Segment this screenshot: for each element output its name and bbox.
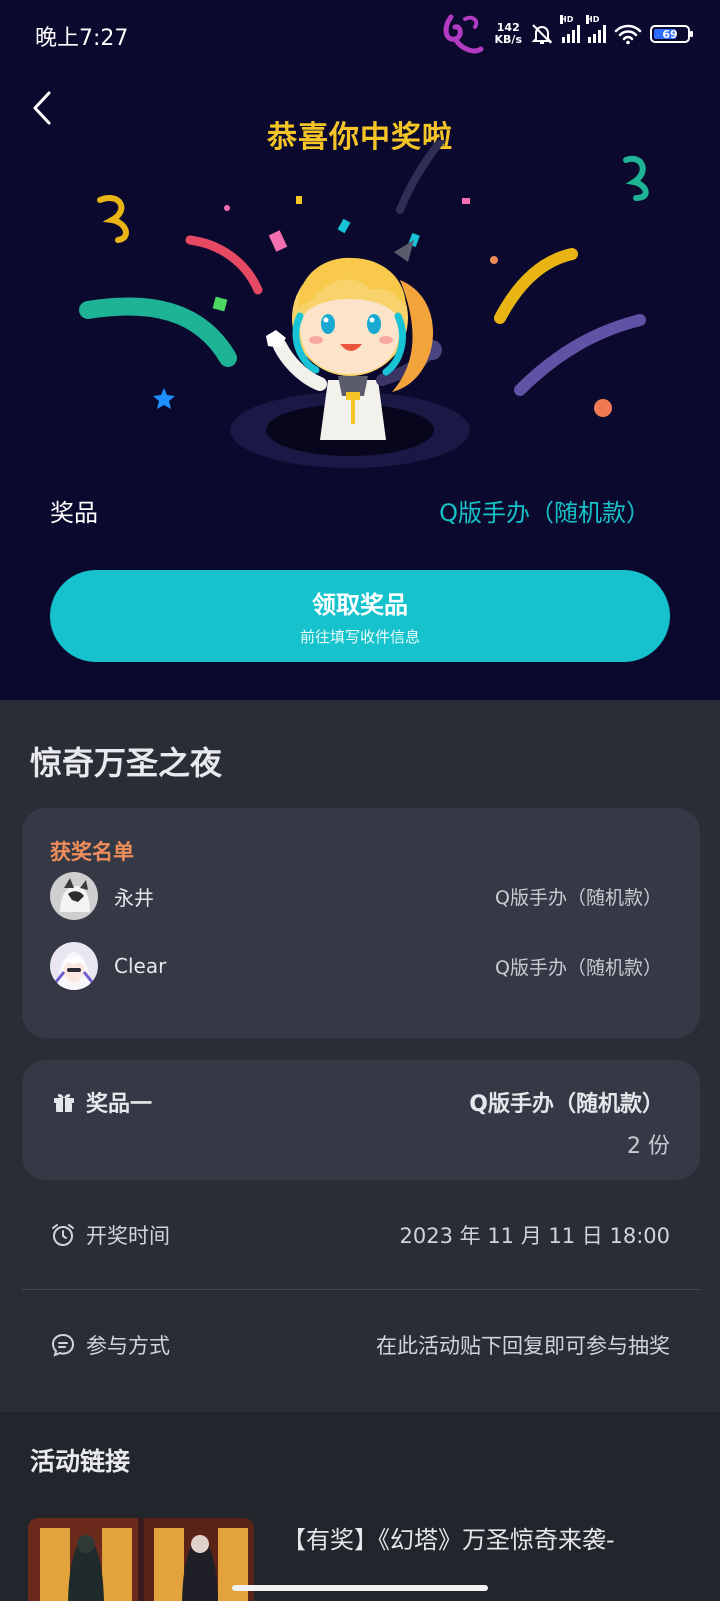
link-title[interactable]: 【有奖】《幻塔》万圣惊奇来袭- <box>282 1520 692 1560</box>
avatar <box>50 942 98 990</box>
status-icons: 142 KB/s HD HD 69 <box>441 14 693 54</box>
winner-name: Clear <box>114 954 167 978</box>
winner-row[interactable]: 永井 Q版手办（随机款） <box>50 870 662 922</box>
draw-time-row: 开奖时间 2023 年 11 月 11 日 18:00 <box>50 1215 670 1255</box>
participation-row: 参与方式 在此活动贴下回复即可参与抽奖 <box>50 1325 670 1365</box>
event-title: 惊奇万圣之夜 <box>30 744 223 782</box>
prize-name: 奖品一 <box>52 1086 152 1118</box>
signal-icon-2: HD <box>586 15 606 43</box>
prize-value: Q版手办（随机款） <box>439 498 650 527</box>
net-speed-unit: KB/s <box>494 33 522 46</box>
prize-title: Q版手办（随机款） <box>469 1092 664 1117</box>
prize-count: 2 份 <box>627 1134 670 1159</box>
bell-muted-icon <box>531 24 553 44</box>
prize-label: 奖品 <box>50 498 98 527</box>
chat-bubble-icon <box>51 1333 75 1357</box>
status-bar: 晚上7:27 142 KB/s HD HD 69 <box>0 0 720 68</box>
winners-heading: 获奖名单 <box>50 840 134 864</box>
battery-level: 69 <box>662 27 678 41</box>
app-logo-icon <box>443 14 484 54</box>
claim-prize-label: 领取奖品 <box>312 591 408 619</box>
claim-prize-button[interactable]: 领取奖品 前往填写收件信息 <box>50 570 670 662</box>
prize-detail-card: 奖品一 Q版手办（随机款） 2 份 <box>22 1060 700 1180</box>
won-prize-row: 奖品 Q版手办（随机款） <box>50 490 650 530</box>
net-speed: 142 KB/s <box>495 22 522 46</box>
winner-prize: Q版手办（随机款） <box>495 956 662 979</box>
link-thumbnail[interactable] <box>28 1518 254 1601</box>
divider <box>22 1289 700 1290</box>
claim-prize-sublabel: 前往填写收件信息 <box>299 628 420 646</box>
home-indicator[interactable] <box>232 1585 488 1591</box>
activity-links: 活动链接 【有奖】《幻塔》万圣惊奇来袭- <box>0 1412 720 1601</box>
draw-time-value: 2023 年 11 月 11 日 18:00 <box>399 1224 670 1248</box>
signal-hd-label: HD <box>560 15 574 24</box>
winner-prize: Q版手办（随机款） <box>495 886 662 909</box>
gift-icon <box>54 1093 74 1112</box>
participation-label: 参与方式 <box>86 1334 170 1358</box>
winners-card: 获奖名单 永井 Q版手办（随机款） Clear Q版手办（随机款） <box>22 808 700 1038</box>
wifi-icon <box>614 24 642 45</box>
winner-name: 永井 <box>114 885 154 910</box>
participation-value: 在此活动贴下回复即可参与抽奖 <box>376 1334 670 1358</box>
hero-banner: 晚上7:27 142 KB/s HD HD 69 恭喜你中奖啦 奖品 Q版手办（… <box>0 0 720 700</box>
signal-icon: HD <box>560 15 580 43</box>
status-time: 晚上7:27 <box>35 26 129 51</box>
links-heading: 活动链接 <box>30 1447 131 1476</box>
prize-name-label: 奖品一 <box>86 1092 153 1117</box>
winner-row[interactable]: Clear Q版手办（随机款） <box>50 940 662 992</box>
draw-time-label: 开奖时间 <box>86 1224 170 1248</box>
battery-icon: 69 <box>650 25 693 43</box>
winner-illustration <box>79 140 649 468</box>
avatar <box>50 872 98 920</box>
signal-hd-label-2: HD <box>586 15 600 24</box>
alarm-clock-icon <box>52 1224 74 1246</box>
